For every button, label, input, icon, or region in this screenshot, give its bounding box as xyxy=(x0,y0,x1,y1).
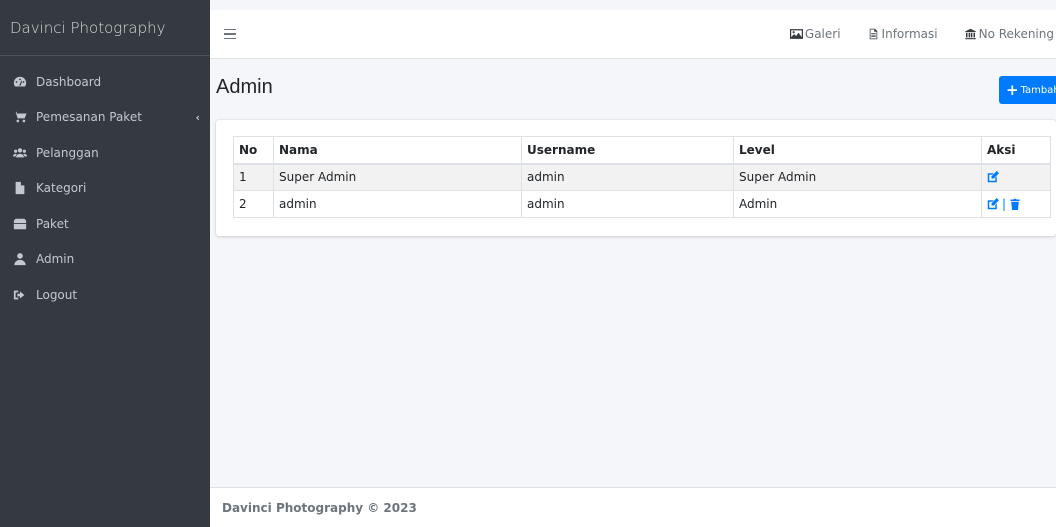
sidebar-item-label: Pemesanan Paket xyxy=(36,110,142,125)
table-header-row: No Nama Username Level Aksi xyxy=(233,136,1051,165)
sidebar-item-kategori[interactable]: Kategori xyxy=(0,171,210,207)
column-header: Username xyxy=(521,136,734,165)
topnav-informasi[interactable]: Informasi xyxy=(867,27,938,41)
column-header: No xyxy=(233,136,274,165)
chevron-left-icon[interactable]: ‹ xyxy=(195,111,200,124)
add-admin-button[interactable]: + Tambah xyxy=(999,76,1056,104)
image-icon xyxy=(789,29,803,39)
cell-username: admin xyxy=(521,163,734,191)
hamburger-menu-icon[interactable] xyxy=(224,28,236,40)
box-icon xyxy=(12,217,28,231)
sidebar-item-dashboard[interactable]: Dashboard xyxy=(0,64,210,100)
sidebar-item-label: Admin xyxy=(36,252,75,267)
sidebar-item-label: Pelanggan xyxy=(36,145,99,160)
sidebar-item-label: Kategori xyxy=(36,181,87,196)
admin-table-card: No Nama Username Level Aksi 1 Super Admi… xyxy=(216,120,1056,236)
table-row: 2 admin admin Admin | xyxy=(233,190,1051,218)
edit-icon[interactable] xyxy=(987,198,999,210)
topnav-label: No Rekening xyxy=(978,27,1054,41)
column-header: Aksi xyxy=(981,136,1051,165)
sidebar-item-label: Paket xyxy=(36,216,69,231)
cell-level: Admin xyxy=(733,190,982,218)
add-button-label: Tambah xyxy=(1020,84,1056,96)
admin-table: No Nama Username Level Aksi 1 Super Admi… xyxy=(233,136,1051,218)
cell-nama: Super Admin xyxy=(273,163,522,191)
cell-nama: admin xyxy=(273,190,522,218)
footer: Davinci Photography © 2023 xyxy=(210,487,1056,527)
sidebar-item-pemesanan-paket[interactable]: Pemesanan Paket ‹ xyxy=(0,100,210,136)
sidebar-item-paket[interactable]: Paket xyxy=(0,206,210,242)
sidebar-item-logout[interactable]: Logout xyxy=(0,277,210,313)
cell-level: Super Admin xyxy=(733,163,982,191)
cell-no: 1 xyxy=(233,163,274,191)
sidebar-item-label: Dashboard xyxy=(36,74,102,89)
sidebar-item-admin[interactable]: Admin xyxy=(0,242,210,278)
tachometer-icon xyxy=(12,75,28,89)
column-header: Level xyxy=(733,136,982,165)
cell-aksi xyxy=(981,163,1051,191)
sidebar-item-label: Logout xyxy=(36,287,78,302)
sidebar-nav: Dashboard Pemesanan Paket ‹ Pelanggan Ka… xyxy=(0,56,210,313)
content-header: Admin + Tambah xyxy=(216,76,1056,106)
plus-icon: + xyxy=(1006,80,1019,99)
edit-icon[interactable] xyxy=(987,171,999,183)
top-navbar: Galeri Informasi No Rekening xyxy=(210,10,1056,59)
shopping-cart-icon xyxy=(12,110,28,124)
users-icon xyxy=(12,146,28,160)
topnav-no-rekening[interactable]: No Rekening xyxy=(964,27,1054,41)
table-row: 1 Super Admin admin Super Admin xyxy=(233,163,1051,191)
topnav-galeri[interactable]: Galeri xyxy=(789,27,841,41)
sign-out-icon xyxy=(12,288,28,302)
topnav-label: Informasi xyxy=(881,27,938,41)
file-icon xyxy=(12,181,28,195)
cell-no: 2 xyxy=(233,190,274,218)
cell-username: admin xyxy=(521,190,734,218)
cell-aksi: | xyxy=(981,190,1051,218)
action-separator: | xyxy=(1002,197,1007,211)
brand-title[interactable]: Davinci Photography xyxy=(0,0,210,56)
top-nav-links: Galeri Informasi No Rekening xyxy=(764,10,1056,58)
sidebar: Davinci Photography Dashboard Pemesanan … xyxy=(0,0,210,527)
file-text-icon xyxy=(869,28,877,40)
sidebar-item-pelanggan[interactable]: Pelanggan xyxy=(0,135,210,171)
user-icon xyxy=(12,252,28,266)
topnav-label: Galeri xyxy=(804,27,841,41)
trash-icon[interactable] xyxy=(1009,198,1021,210)
bank-icon xyxy=(964,28,976,40)
page-title: Admin xyxy=(216,76,273,98)
column-header: Nama xyxy=(273,136,522,165)
